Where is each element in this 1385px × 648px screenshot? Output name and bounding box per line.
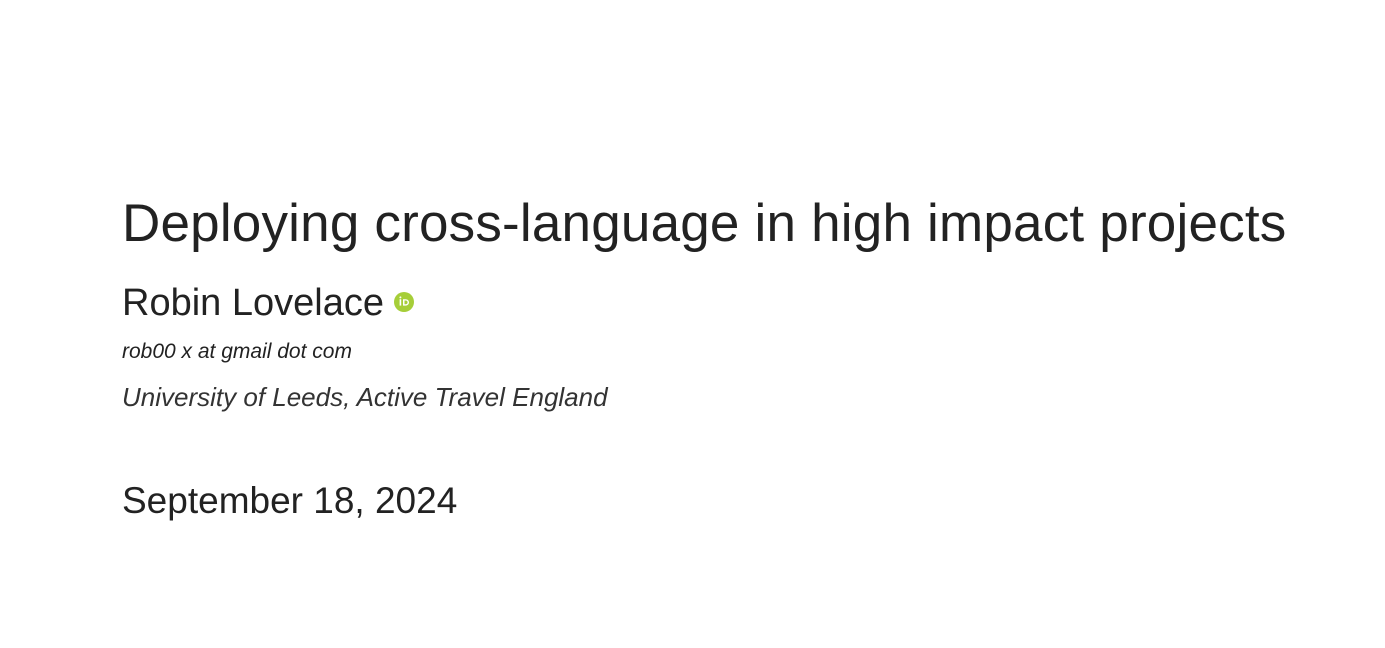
author-affiliation: University of Leeds, Active Travel Engla… [122, 382, 608, 412]
orcid-icon[interactable] [393, 292, 414, 312]
author-name: Robin Lovelace [122, 282, 384, 324]
title-slide: Deploying cross-language in high impact … [0, 0, 1385, 648]
author-block: Robin Lovelace [122, 281, 414, 325]
slide-title: Deploying cross-language in high impact … [122, 194, 1287, 253]
presentation-date: September 18, 2024 [122, 480, 458, 521]
author-email: rob00 x at gmail dot com [122, 340, 352, 363]
